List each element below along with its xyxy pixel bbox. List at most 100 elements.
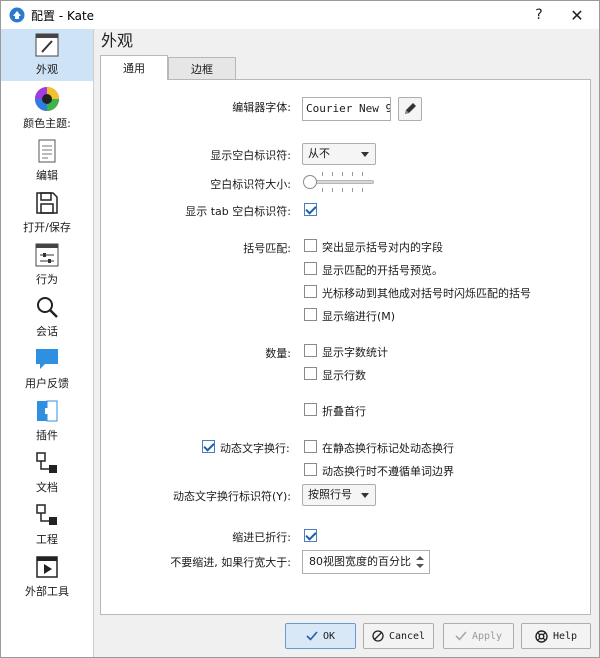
project-nodes-icon [36,504,57,525]
sidebar-item-projects[interactable]: 工程 [1,499,93,551]
spin-down-icon[interactable] [416,564,424,568]
sidebar-label: 打开/保存 [23,221,71,234]
fold-first-line-checkbox[interactable] [304,403,317,416]
wrap-at-static-marker-checkbox[interactable] [304,440,317,453]
color-wheel-icon [35,87,59,111]
counts-label: 数量: [265,347,291,360]
bracket-highlight-range-checkbox[interactable] [304,239,317,252]
sidebar-label: 外部工具 [25,585,69,598]
wrap-indicator-select[interactable]: 按照行号 [302,484,376,506]
check-icon [306,631,318,641]
sidebar-label: 颜色主题: [23,117,71,130]
spin-up-icon[interactable] [416,556,424,560]
show-line-count-checkbox[interactable] [304,367,317,380]
magnifier-icon [37,297,58,318]
sidebar-item-open-save[interactable]: 打开/保存 [1,187,93,239]
wrap-indicator-value: 按照行号 [308,488,352,501]
apply-button[interactable]: Apply [443,623,514,649]
show-whitespace-value: 从不 [308,147,330,160]
sidebar-label: 外观 [36,63,58,76]
sidebar-item-external-tools[interactable]: 外部工具 [1,551,93,603]
slider-tick [322,188,323,192]
tab-borders[interactable]: 边框 [168,57,236,79]
slider-tick [352,172,353,176]
indent-wrapped-label: 缩进已折行: [232,531,291,544]
chevron-down-icon [361,152,369,157]
bracket-flash-label: 光标移动到其他成对括号时闪烁匹配的括号 [322,287,531,300]
document-edit-icon [38,139,56,163]
slider-tick [342,172,343,176]
slider-tick [322,172,323,176]
title-bar: 配置 - Kate ? ✕ [1,1,599,29]
tab-general[interactable]: 通用 [100,55,168,80]
cancel-button[interactable]: Cancel [363,623,434,649]
cancel-icon [372,630,384,642]
sidebar-item-appearance[interactable]: 外观 [1,29,93,81]
sidebar-item-behavior[interactable]: 行为 [1,239,93,291]
wrap-ignore-word-boundary-checkbox[interactable] [304,463,317,476]
config-window: 配置 - Kate ? ✕ 外观 颜色主题: 编辑 打开/保存 行为 会话 用户… [0,0,600,658]
bracket-flash-checkbox[interactable] [304,285,317,298]
sidebar-item-sessions[interactable]: 会话 [1,291,93,343]
sidebar-item-editing[interactable]: 编辑 [1,135,93,187]
behavior-sliders-icon [35,243,59,267]
cancel-button-label: Cancel [388,630,426,642]
sidebar-label: 插件 [36,429,58,442]
font-display-field[interactable]: Courier New 9 [302,97,391,121]
whitespace-size-slider[interactable] [303,175,317,189]
lifebuoy-icon [535,629,548,643]
help-title-button[interactable]: ? [519,1,559,29]
slider-tick [362,188,363,192]
edit-font-button[interactable] [398,97,422,121]
sidebar: 外观 颜色主题: 编辑 打开/保存 行为 会话 用户反馈 插件 文档 工程 外部… [1,29,94,657]
show-indent-lines-checkbox[interactable] [304,308,317,321]
show-word-count-label: 显示字数统计 [322,346,388,359]
ok-button[interactable]: OK [285,623,356,649]
sidebar-item-color-theme[interactable]: 颜色主题: [1,83,93,135]
floppy-disk-icon [36,192,58,214]
wrap-indicator-label: 动态文字换行标识符(Y): [172,490,291,503]
pencil-icon [405,103,416,114]
wrap-ignore-word-boundary-label: 动态换行时不遵循单词边界 [322,465,454,478]
sidebar-label: 工程 [36,533,58,546]
chat-bubble-icon [36,349,58,369]
kate-app-icon [9,7,25,23]
run-tool-icon [36,556,58,578]
brush-icon [35,33,59,57]
chevron-down-icon [361,493,369,498]
slider-tick [352,188,353,192]
show-whitespace-label: 显示空白标识符: [210,149,291,162]
slider-tick [332,188,333,192]
no-indent-label: 不要缩进, 如果行宽大于: [170,556,291,569]
sidebar-item-documents[interactable]: 文档 [1,447,93,499]
apply-button-label: Apply [471,630,503,642]
close-window-button[interactable]: ✕ [557,1,597,29]
show-tabs-checkbox[interactable] [304,203,317,216]
show-word-count-checkbox[interactable] [304,344,317,357]
check-icon [455,631,467,641]
slider-tick [332,172,333,176]
sidebar-label: 会话 [36,325,58,338]
font-label: 编辑器字体: [232,101,291,114]
no-indent-value: 80视图宽度的百分比 [309,555,411,568]
sidebar-label: 编辑 [36,169,58,182]
ok-button-label: OK [322,630,336,642]
dynamic-wrap-label: 动态文字换行: [220,442,290,455]
help-button[interactable]: Help [521,623,591,649]
sidebar-item-plugins[interactable]: 插件 [1,395,93,447]
sidebar-label: 用户反馈 [25,377,69,390]
fold-first-line-label: 折叠首行 [322,405,366,418]
show-whitespace-select[interactable]: 从不 [302,143,376,165]
slider-tick [342,188,343,192]
no-indent-spinbox[interactable]: 80视图宽度的百分比 [302,550,430,574]
show-indent-lines-label: 显示缩进行(M) [322,310,396,323]
tree-nodes-icon [36,452,57,473]
window-title: 配置 - Kate [31,9,95,23]
dynamic-wrap-checkbox[interactable] [202,440,215,453]
bracket-preview-checkbox[interactable] [304,262,317,275]
indent-wrapped-checkbox[interactable] [304,529,317,542]
sidebar-label: 行为 [36,273,58,286]
bracket-preview-label: 显示匹配的开括号预览。 [322,264,443,277]
plugin-icon [37,400,58,422]
sidebar-item-user-feedback[interactable]: 用户反馈 [1,343,93,395]
